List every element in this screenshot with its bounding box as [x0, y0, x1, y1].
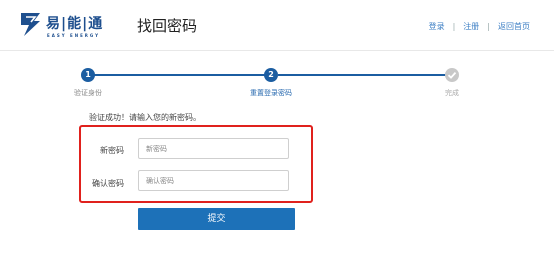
step-1-marker: 1 [81, 68, 95, 82]
new-password-input[interactable] [138, 138, 289, 159]
page-title: 找回密码 [137, 17, 198, 35]
logo-mark-icon [21, 13, 40, 36]
step-connector-2 [278, 74, 448, 76]
step-connector-1 [94, 74, 266, 76]
confirm-password-label: 确认密码 [92, 179, 124, 188]
step-3-label: 完成 [445, 89, 459, 97]
step-1-label: 验证身份 [74, 89, 102, 97]
step-2-label: 重置登录密码 [250, 89, 292, 97]
brand-name-en: EASY ENERGY [47, 33, 100, 38]
header-nav: 登录 | 注册 | 返回首页 [429, 21, 530, 32]
new-password-label: 新密码 [100, 146, 124, 155]
login-link[interactable]: 登录 [429, 22, 445, 31]
brand-name-cn: 易|能|通 [46, 16, 104, 32]
nav-separator: | [452, 22, 456, 31]
progress-steps: 1 2 验证身份 重置登录密码 完成 [0, 60, 554, 100]
step-3-marker [445, 68, 459, 82]
confirm-password-input[interactable] [138, 170, 289, 191]
nav-separator: | [487, 22, 490, 31]
brand-logo[interactable]: 易|能|通 EASY ENERGY [18, 9, 114, 43]
check-icon [447, 71, 457, 79]
submit-button[interactable]: 提交 [138, 208, 295, 230]
password-form: 新密码 确认密码 [79, 125, 313, 203]
success-message: 验证成功！请输入您的新密码。 [89, 113, 201, 122]
step-2-marker: 2 [264, 68, 278, 82]
header-bar: 易|能|通 EASY ENERGY 找回密码 登录 | 注册 | 返回首页 [0, 0, 554, 51]
home-link[interactable]: 返回首页 [498, 22, 530, 31]
register-link[interactable]: 注册 [463, 22, 479, 31]
